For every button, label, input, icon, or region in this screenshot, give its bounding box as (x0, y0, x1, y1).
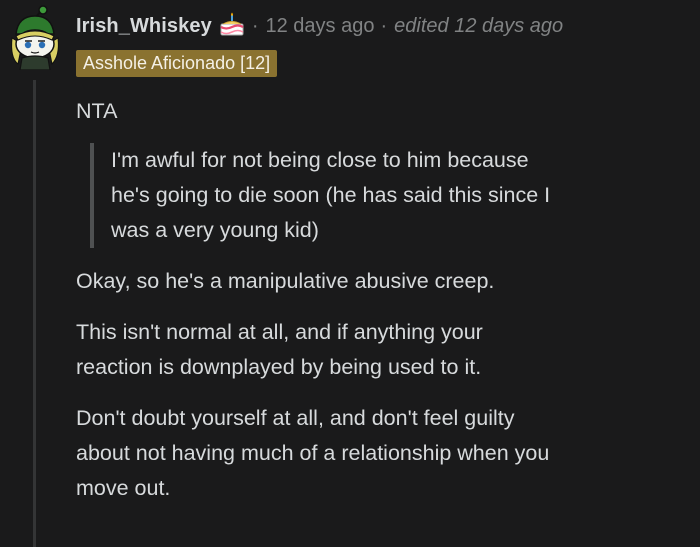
thread-line[interactable] (33, 80, 36, 547)
paragraph-text: Okay, so he's a manipulative abusive cre… (76, 269, 495, 293)
paragraph-text: reaction is downplayed by being used to … (76, 355, 482, 379)
meta-separator: · (251, 14, 259, 37)
meta-separator: · (380, 14, 388, 37)
comment-body: NTA I'm awful for not being close to him… (76, 94, 676, 506)
paragraph-text: Don't doubt yourself at all, and don't f… (76, 406, 515, 430)
blockquote: I'm awful for not being close to him bec… (90, 143, 651, 248)
paragraph-text: move out. (76, 476, 171, 500)
edited-timestamp: edited 12 days ago (394, 14, 564, 37)
username-link[interactable]: Irish_Whiskey (76, 15, 212, 38)
quote-line: he's going to die soon (he has said this… (111, 183, 551, 207)
user-flair: Asshole Aficionado [12] (76, 50, 278, 77)
quote-line: I'm awful for not being close to him bec… (111, 148, 529, 172)
comment-timestamp[interactable]: 12 days ago (265, 15, 374, 38)
comment: Irish_Whiskey · 12 days ago · edited 12 … (0, 0, 700, 547)
quote-line: was a very young kid) (111, 218, 319, 242)
paragraph-text: This isn't normal at all, and if anythin… (76, 320, 483, 344)
verdict-text: NTA (76, 99, 118, 123)
cake-icon[interactable] (218, 12, 246, 38)
snoo-avatar-icon[interactable] (2, 4, 64, 70)
paragraph-text: about not having much of a relationship … (76, 441, 550, 465)
comment-header: Irish_Whiskey · 12 days ago · edited 12 … (76, 10, 563, 42)
